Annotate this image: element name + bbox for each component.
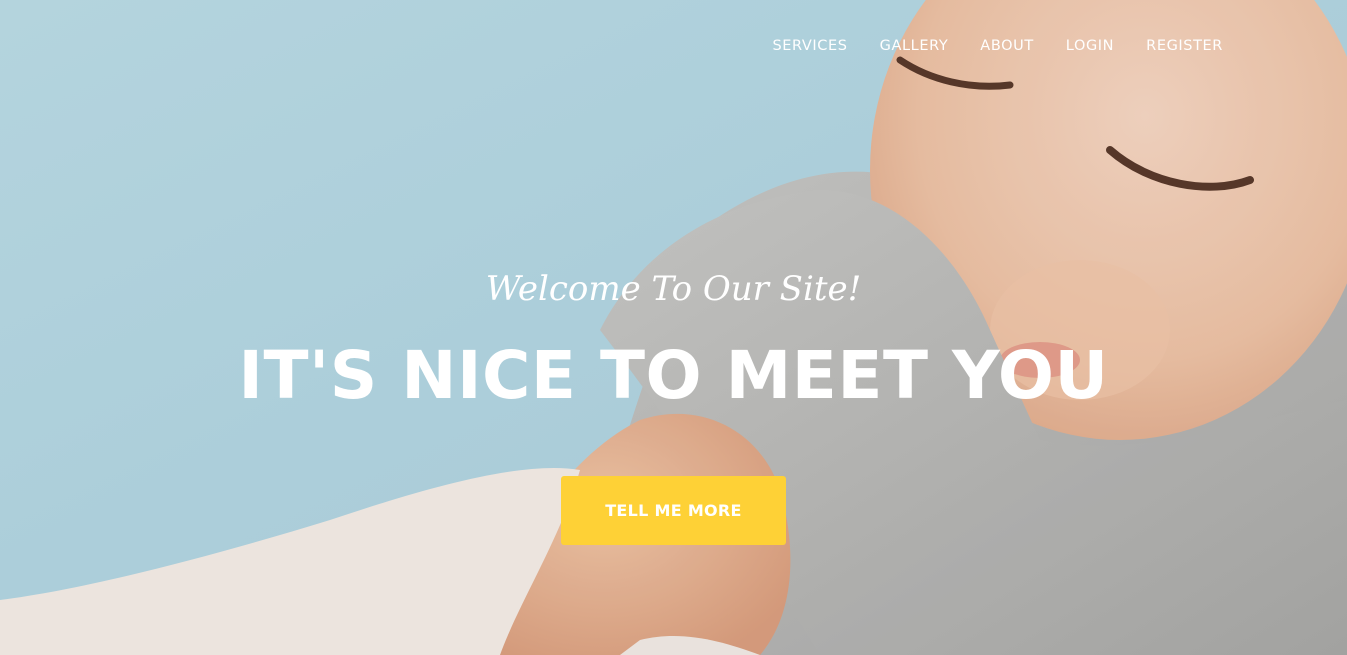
hero-subheading: Welcome To Our Site!: [485, 269, 862, 309]
hero-section: SERVICES GALLERY ABOUT LOGIN REGISTER We…: [0, 0, 1347, 655]
nav-link-register[interactable]: REGISTER: [1146, 36, 1223, 56]
nav-link-about[interactable]: ABOUT: [980, 36, 1034, 56]
nav-link-login[interactable]: LOGIN: [1066, 36, 1114, 56]
hero-heading: IT'S NICE TO MEET YOU: [238, 337, 1109, 414]
tell-me-more-button[interactable]: TELL ME MORE: [561, 476, 786, 545]
nav-link-gallery[interactable]: GALLERY: [880, 36, 949, 56]
top-nav: SERVICES GALLERY ABOUT LOGIN REGISTER: [772, 36, 1223, 56]
hero-background-image: [0, 0, 1347, 655]
nav-link-services[interactable]: SERVICES: [772, 36, 847, 56]
